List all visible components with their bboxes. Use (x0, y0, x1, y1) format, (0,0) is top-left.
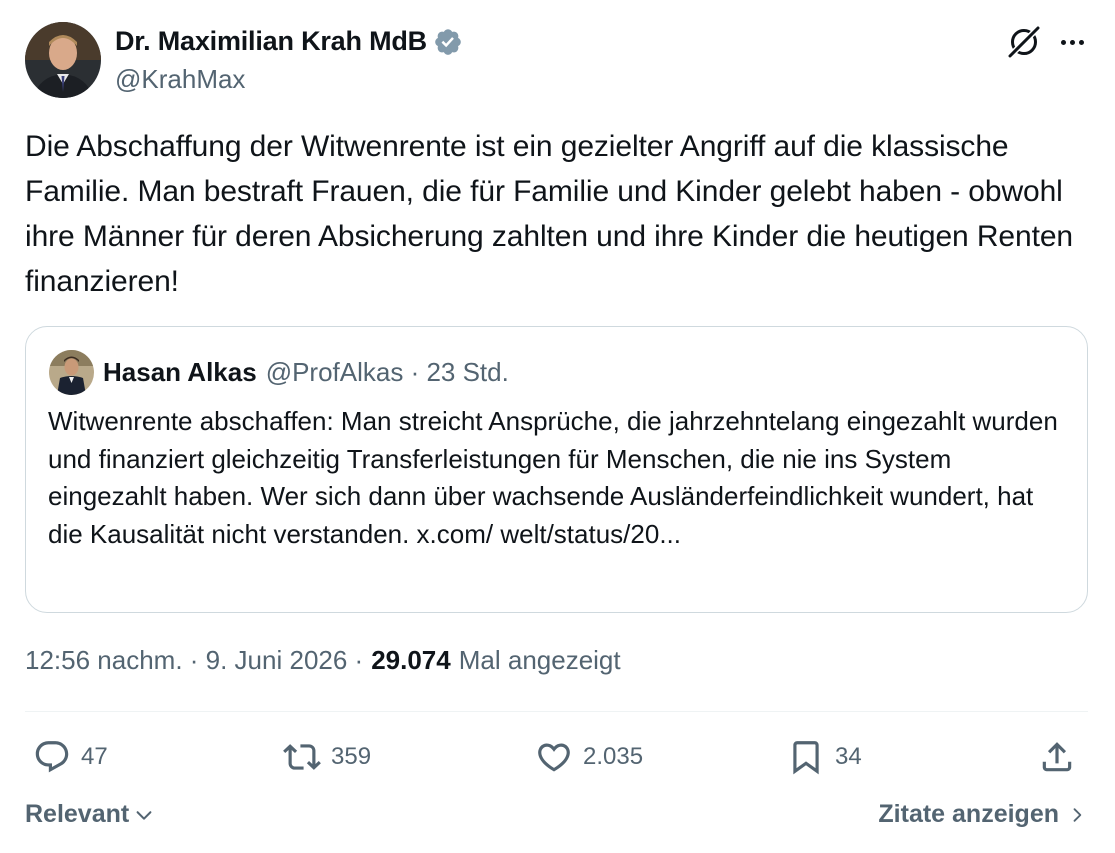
tweet-header: Dr. Maximilian Krah MdB @KrahMax (25, 22, 1090, 100)
dot (1060, 39, 1066, 45)
verified-badge-icon[interactable] (433, 27, 463, 57)
author-name[interactable]: Dr. Maximilian Krah MdB (115, 26, 427, 57)
sort-label: Relevant (25, 800, 130, 828)
bookmark-icon (793, 741, 819, 775)
tweet-stats: 12:56 nachm. · 9. Juni 2026 · 29.074 Mal… (25, 645, 621, 676)
bookmark-button[interactable]: 34 (787, 733, 862, 781)
view-quotes-label: Zitate anzeigen (878, 800, 1059, 828)
repost-icon (283, 744, 321, 770)
view-count-label: Mal angezeigt (458, 645, 621, 675)
author-handle[interactable]: @KrahMax (115, 64, 245, 95)
quoted-author-avatar[interactable] (49, 350, 94, 395)
like-count: 2.035 (583, 743, 644, 770)
more-options-icon[interactable] (1054, 26, 1090, 58)
sort-replies-dropdown[interactable]: Relevant (25, 800, 155, 829)
quoted-tweet-text: Witwenrente abschaffen: Man streicht Ans… (48, 406, 1058, 549)
like-button[interactable]: 2.035 (535, 733, 643, 781)
repost-count: 359 (331, 743, 372, 770)
divider (25, 711, 1088, 712)
timestamp[interactable]: 12:56 nachm. · 9. Juni 2026 · (25, 645, 363, 676)
author-name-row: Dr. Maximilian Krah MdB (115, 26, 463, 57)
quoted-author-meta[interactable]: @ProfAlkas · 23 Std. (266, 357, 509, 388)
reply-button[interactable]: 47 (33, 733, 108, 781)
quoted-tweet[interactable]: Hasan Alkas @ProfAlkas · 23 Std. Witwenr… (25, 326, 1088, 613)
share-icon (1042, 742, 1072, 772)
quoted-tweet-header: Hasan Alkas @ProfAlkas · 23 Std. (49, 350, 509, 395)
chevron-down-icon (136, 810, 152, 820)
dot (1069, 39, 1075, 45)
author-avatar[interactable] (25, 22, 101, 98)
view-count: 29.074 (371, 645, 451, 675)
repost-button[interactable]: 359 (283, 733, 371, 781)
bookmark-count: 34 (835, 743, 862, 770)
heart-icon (538, 743, 570, 772)
dot (1078, 39, 1084, 45)
action-bar: 47 359 2.035 34 (25, 733, 1090, 781)
tweet-text: Die Abschaffung der Witwenrente ist ein … (25, 130, 1073, 298)
reply-icon (35, 741, 69, 773)
view-quotes-link[interactable]: Zitate anzeigen (878, 800, 1087, 829)
grok-icon[interactable] (1006, 24, 1042, 60)
quoted-author-name[interactable]: Hasan Alkas (103, 357, 257, 388)
chevron-right-icon (1073, 807, 1082, 822)
share-button[interactable] (1038, 733, 1076, 781)
reply-count: 47 (81, 743, 108, 770)
